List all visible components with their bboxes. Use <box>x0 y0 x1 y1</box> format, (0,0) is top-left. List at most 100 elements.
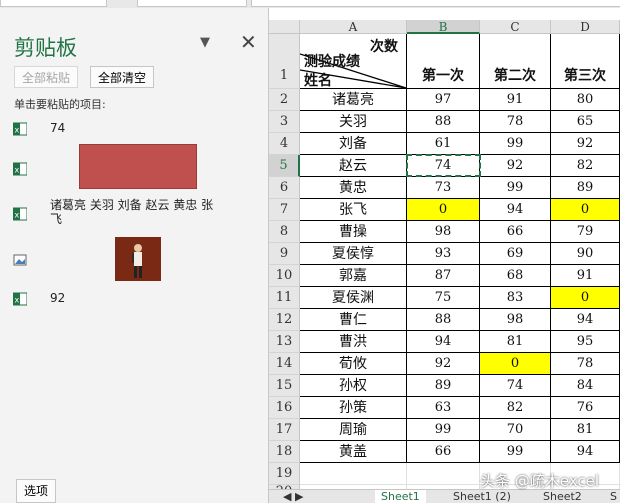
score-cell[interactable]: 97 <box>407 89 480 111</box>
score-cell[interactable]: 0 <box>551 287 620 309</box>
score-cell[interactable]: 73 <box>407 177 480 199</box>
score-cell[interactable]: 87 <box>407 265 480 287</box>
score-cell[interactable]: 69 <box>480 243 551 265</box>
name-cell[interactable] <box>300 463 407 485</box>
score-cell[interactable]: 76 <box>551 397 620 419</box>
score-cell[interactable]: 61 <box>407 133 480 155</box>
row-header[interactable]: 7 <box>269 199 300 221</box>
score-cell[interactable]: 94 <box>407 331 480 353</box>
tab-sheet1-2[interactable]: Sheet1 (2) <box>447 490 517 503</box>
score-cell[interactable]: 74 <box>480 375 551 397</box>
score-cell[interactable]: 66 <box>480 221 551 243</box>
header-cell-third[interactable]: 第三次 <box>551 34 620 89</box>
name-cell[interactable]: 黄忠 <box>300 177 407 199</box>
score-cell[interactable]: 95 <box>551 331 620 353</box>
clear-all-button[interactable]: 全部清空 <box>90 66 155 88</box>
score-cell[interactable]: 0 <box>480 353 551 375</box>
name-cell[interactable]: 郭嘉 <box>300 265 407 287</box>
score-cell[interactable]: 92 <box>407 353 480 375</box>
score-cell[interactable]: 66 <box>407 441 480 463</box>
name-box-fragment[interactable] <box>0 0 107 7</box>
row-header[interactable]: 12 <box>269 309 300 331</box>
score-cell[interactable]: 78 <box>551 353 620 375</box>
paste-all-button[interactable]: 全部粘贴 <box>14 66 79 88</box>
row-header[interactable]: 19 <box>269 463 300 485</box>
row-header[interactable]: 16 <box>269 397 300 419</box>
name-cell[interactable]: 曹操 <box>300 221 407 243</box>
name-cell[interactable]: 诸葛亮 <box>300 89 407 111</box>
name-cell[interactable]: 周瑜 <box>300 419 407 441</box>
score-cell[interactable]: 99 <box>480 133 551 155</box>
name-cell[interactable]: 夏侯渊 <box>300 287 407 309</box>
row-header[interactable]: 2 <box>269 89 300 111</box>
row-header[interactable]: 1 <box>269 34 300 89</box>
score-cell[interactable]: 0 <box>551 199 620 221</box>
name-cell[interactable]: 黄盖 <box>300 441 407 463</box>
row-header[interactable]: 11 <box>269 287 300 309</box>
column-header-b[interactable]: B <box>407 20 480 34</box>
score-cell[interactable]: 82 <box>480 397 551 419</box>
score-cell[interactable]: 98 <box>407 221 480 243</box>
name-cell[interactable]: 赵云 <box>300 155 407 177</box>
score-cell[interactable]: 92 <box>551 133 620 155</box>
name-cell[interactable]: 曹洪 <box>300 331 407 353</box>
row-header[interactable]: 15 <box>269 375 300 397</box>
score-cell[interactable]: 65 <box>551 111 620 133</box>
name-cell[interactable]: 刘备 <box>300 133 407 155</box>
score-cell[interactable]: 99 <box>480 177 551 199</box>
row-header[interactable]: 9 <box>269 243 300 265</box>
select-all-corner[interactable] <box>269 20 300 34</box>
close-icon[interactable]: ✕ <box>240 30 257 54</box>
options-button[interactable]: 选项 <box>16 479 57 503</box>
score-cell[interactable]: 91 <box>551 265 620 287</box>
column-header-d[interactable]: D <box>551 20 620 34</box>
score-cell[interactable]: 90 <box>551 243 620 265</box>
tab-more[interactable]: S <box>604 490 620 503</box>
score-cell[interactable]: 0 <box>407 199 480 221</box>
score-cell[interactable]: 84 <box>551 375 620 397</box>
name-cell[interactable]: 张飞 <box>300 199 407 221</box>
score-cell[interactable]: 99 <box>407 419 480 441</box>
row-header[interactable]: 17 <box>269 419 300 441</box>
formula-bar[interactable] <box>251 0 620 7</box>
score-cell[interactable]: 75 <box>407 287 480 309</box>
diagonal-header-cell[interactable]: 次数 测验成绩 姓名 <box>300 34 407 89</box>
score-cell[interactable]: 92 <box>480 155 551 177</box>
score-cell[interactable]: 81 <box>551 419 620 441</box>
score-cell[interactable]: 99 <box>480 441 551 463</box>
name-cell[interactable]: 荀攸 <box>300 353 407 375</box>
column-header-a[interactable]: A <box>300 20 407 34</box>
score-cell[interactable]: 79 <box>551 221 620 243</box>
row-header[interactable]: 14 <box>269 353 300 375</box>
score-cell[interactable]: 88 <box>407 309 480 331</box>
score-cell[interactable]: 93 <box>407 243 480 265</box>
score-cell[interactable]: 91 <box>480 89 551 111</box>
row-header[interactable]: 8 <box>269 221 300 243</box>
row-header[interactable]: 13 <box>269 331 300 353</box>
name-cell[interactable]: 夏侯惇 <box>300 243 407 265</box>
score-cell[interactable]: 89 <box>407 375 480 397</box>
column-header-c[interactable]: C <box>480 20 551 34</box>
header-cell-second[interactable]: 第二次 <box>480 34 551 89</box>
score-cell[interactable]: 98 <box>480 309 551 331</box>
name-cell[interactable]: 孙权 <box>300 375 407 397</box>
score-cell[interactable] <box>407 463 480 485</box>
clipboard-item[interactable]: x 92 <box>0 290 268 310</box>
name-cell[interactable]: 孙策 <box>300 397 407 419</box>
score-cell[interactable]: 89 <box>551 177 620 199</box>
score-cell[interactable]: 94 <box>551 309 620 331</box>
clipboard-item[interactable]: x 74 <box>0 120 268 140</box>
name-cell[interactable]: 曹仁 <box>300 309 407 331</box>
clipboard-item[interactable]: x <box>0 143 268 193</box>
score-cell[interactable]: 94 <box>480 199 551 221</box>
header-cell-first[interactable]: 第一次 <box>407 34 480 89</box>
score-cell[interactable]: 78 <box>480 111 551 133</box>
row-header[interactable]: 10 <box>269 265 300 287</box>
row-header[interactable]: 4 <box>269 133 300 155</box>
score-cell[interactable]: 80 <box>551 89 620 111</box>
row-header[interactable]: 18 <box>269 441 300 463</box>
clipboard-item[interactable]: x 诸葛亮 关羽 刘备 赵云 黄忠 张飞 <box>0 198 268 232</box>
row-header[interactable]: 6 <box>269 177 300 199</box>
tab-sheet2[interactable]: Sheet2 <box>537 490 588 503</box>
chevron-down-icon[interactable]: ▼ <box>200 35 210 50</box>
